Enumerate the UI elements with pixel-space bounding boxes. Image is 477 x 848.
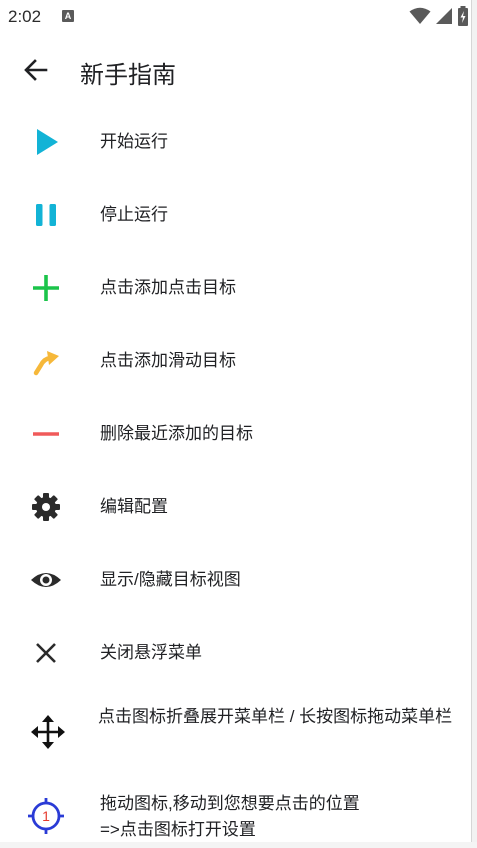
notification-icon: A — [62, 10, 74, 22]
play-icon — [26, 122, 66, 162]
guide-item-label: 点击图标折叠展开菜单栏 / 长按图标拖动菜单栏 — [98, 707, 453, 726]
move-icon — [28, 712, 68, 752]
minus-icon — [26, 414, 66, 454]
guide-item-close-menu: 关闭悬浮菜单 — [0, 632, 470, 674]
status-icons — [409, 6, 469, 26]
guide-item-label: 点击添加点击目标 — [100, 278, 236, 297]
swipe-arrow-icon — [26, 341, 66, 381]
window-edge — [471, 0, 477, 848]
battery-icon — [458, 6, 468, 26]
guide-item-toggle-menubar: 点击图标折叠展开菜单栏 / 长按图标拖动菜单栏 — [0, 702, 470, 762]
target-icon: 1 — [26, 796, 66, 836]
guide-item-label: 点击添加滑动目标 — [100, 351, 236, 370]
guide-item-stop: 停止运行 — [0, 194, 470, 236]
signal-icon — [436, 8, 452, 24]
arrow-back-icon — [24, 59, 48, 81]
guide-item-start: 开始运行 — [0, 121, 470, 163]
app-bar: 新手指南 — [0, 40, 477, 100]
target-badge: 1 — [42, 808, 50, 824]
close-icon — [26, 633, 66, 673]
gear-icon — [26, 487, 66, 527]
back-button[interactable] — [20, 54, 52, 86]
guide-item-delete: 删除最近添加的目标 — [0, 413, 470, 455]
bottom-edge — [0, 842, 477, 848]
guide-item-label: 拖动图标,移动到您想要点击的位置 =>点击图标打开设置 — [100, 794, 360, 839]
pause-icon — [26, 195, 66, 235]
guide-item-edit-config: 编辑配置 — [0, 486, 470, 528]
guide-item-label: 开始运行 — [100, 132, 168, 151]
guide-item-label: 显示/隐藏目标视图 — [100, 570, 241, 589]
status-time: 2:02 — [8, 7, 42, 26]
plus-icon — [26, 268, 66, 308]
guide-item-label: 编辑配置 — [100, 497, 168, 516]
wifi-icon — [409, 7, 431, 24]
guide-item-toggle-view: 显示/隐藏目标视图 — [0, 559, 470, 601]
guide-item-add-click: 点击添加点击目标 — [0, 267, 470, 309]
eye-icon — [26, 560, 66, 600]
guide-item-label: 停止运行 — [100, 205, 168, 224]
guide-item-add-swipe: 点击添加滑动目标 — [0, 340, 470, 382]
page-title: 新手指南 — [80, 62, 176, 89]
guide-item-label: 删除最近添加的目标 — [100, 424, 253, 443]
guide-item-drag-target: 1 拖动图标,移动到您想要点击的位置 =>点击图标打开设置 — [0, 789, 470, 845]
status-bar: 2:02 A — [0, 0, 477, 32]
guide-item-label: 关闭悬浮菜单 — [100, 643, 202, 662]
